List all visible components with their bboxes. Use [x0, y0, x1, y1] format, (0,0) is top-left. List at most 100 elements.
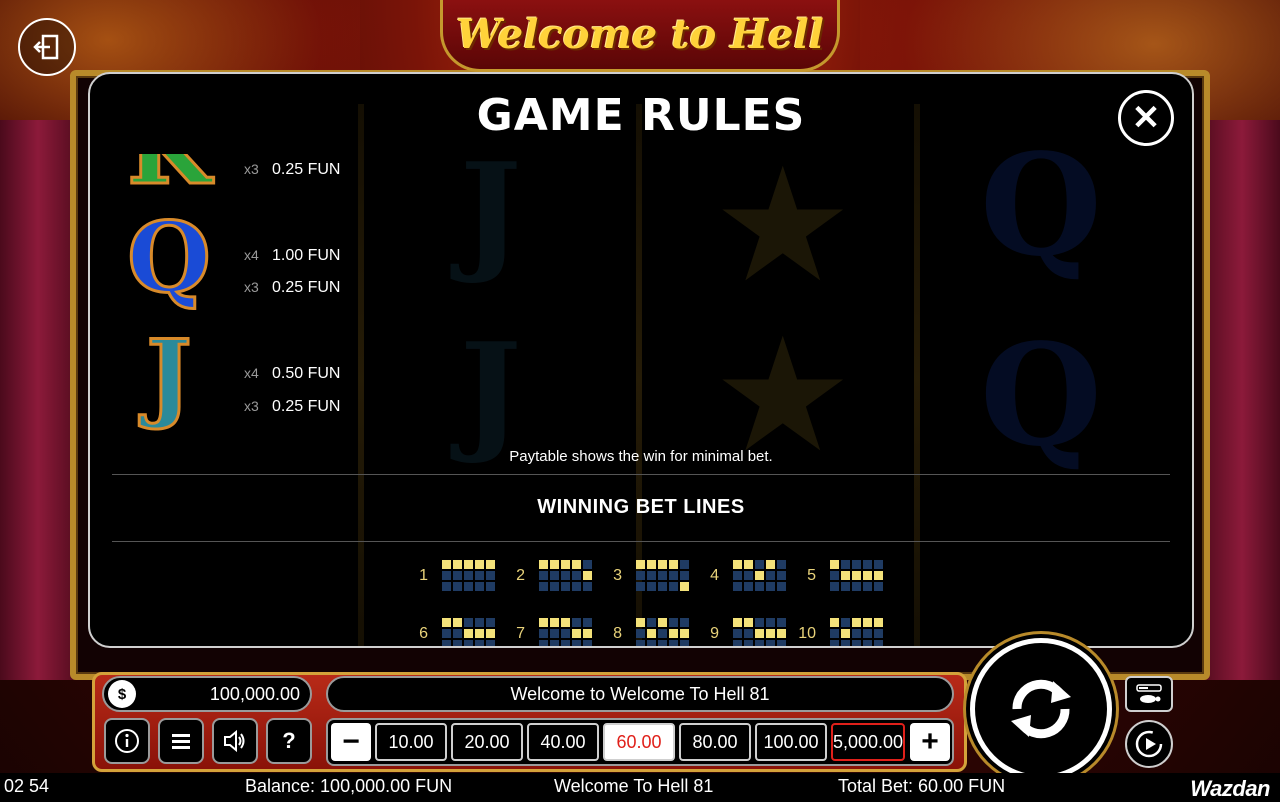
bet-line-cell — [680, 571, 689, 580]
rules-content[interactable]: K x30.25 FUN Q x41.00 FUN x30.25 FUN J x… — [90, 154, 1192, 646]
bet-option[interactable]: 10.00 — [375, 723, 447, 761]
exit-button[interactable] — [18, 18, 76, 76]
bet-line-4: 4 — [691, 560, 786, 591]
bet-line-cell — [486, 640, 495, 646]
bet-line-cell — [733, 629, 742, 638]
bet-line-cell — [830, 560, 839, 569]
bet-line-cell — [475, 582, 484, 591]
bet-line-cell — [442, 640, 451, 646]
bet-selector: − 10.00 20.00 40.00 60.00 80.00 100.00 5… — [326, 718, 954, 766]
bet-line-cell — [647, 618, 656, 627]
bet-option[interactable]: 80.00 — [679, 723, 751, 761]
bet-line-number: 10 — [798, 624, 816, 642]
bet-line-cell — [830, 618, 839, 627]
bet-line-cell — [539, 618, 548, 627]
bet-line-pattern — [442, 618, 495, 646]
bet-line-pattern — [636, 618, 689, 646]
bet-line-cell — [647, 640, 656, 646]
close-button[interactable]: ✕ — [1118, 90, 1174, 146]
bet-line-cell — [442, 560, 451, 569]
logo-text: Welcome to Hell — [456, 11, 824, 58]
bet-line-cell — [766, 582, 775, 591]
bet-line-cell — [453, 560, 462, 569]
help-button[interactable]: ? — [266, 718, 312, 764]
spin-icon — [1011, 679, 1071, 739]
bet-line-cell — [830, 629, 839, 638]
bet-option[interactable]: 40.00 — [527, 723, 599, 761]
bet-line-9: 9 — [691, 618, 786, 646]
bet-line-cell — [572, 582, 581, 591]
autoplay-button[interactable] — [1125, 720, 1173, 768]
bet-line-cell — [572, 571, 581, 580]
bet-line-cell — [550, 640, 559, 646]
turbo-button[interactable] — [1125, 676, 1173, 712]
bet-line-cell — [442, 629, 451, 638]
bet-line-cell — [475, 629, 484, 638]
bet-line-cell — [744, 640, 753, 646]
paytable-note: Paytable shows the win for minimal bet. — [509, 448, 773, 465]
bet-line-cell — [777, 618, 786, 627]
bet-line-cell — [863, 640, 872, 646]
menu-icon — [172, 734, 190, 749]
bet-line-cell — [475, 618, 484, 627]
bet-line-number: 3 — [613, 566, 622, 584]
brand-logo: Wazdan — [1190, 776, 1270, 801]
spin-button[interactable] — [970, 638, 1112, 780]
bet-line-cell — [841, 582, 850, 591]
bet-line-cell — [583, 560, 592, 569]
modal-title: GAME RULES — [476, 90, 806, 141]
bet-line-7: 7 — [497, 618, 592, 646]
bet-option[interactable]: 20.00 — [451, 723, 523, 761]
bet-line-number: 4 — [710, 566, 719, 584]
bet-line-cell — [733, 582, 742, 591]
bet-line-cell — [863, 582, 872, 591]
bet-line-pattern — [442, 560, 495, 591]
bet-line-cell — [647, 629, 656, 638]
bet-increase-button[interactable]: + — [910, 723, 950, 761]
game-logo: Welcome to Hell — [440, 0, 840, 72]
bet-line-cell — [453, 571, 462, 580]
status-bar: 02 54 Balance: 100,000.00 FUN Welcome To… — [0, 773, 1280, 801]
bet-line-cell — [486, 582, 495, 591]
sound-button[interactable] — [212, 718, 258, 764]
bet-line-cell — [744, 571, 753, 580]
bet-line-cell — [561, 618, 570, 627]
bet-option-max[interactable]: 5,000.00 — [831, 723, 905, 761]
bet-line-cell — [874, 618, 883, 627]
clock: 02 54 — [4, 776, 50, 796]
bet-decrease-button[interactable]: − — [331, 723, 371, 761]
bet-line-pattern — [539, 560, 592, 591]
info-icon — [115, 729, 139, 753]
bet-line-cell — [669, 640, 678, 646]
bet-line-cell — [658, 571, 667, 580]
info-button[interactable] — [104, 718, 150, 764]
bet-line-cell — [852, 582, 861, 591]
bet-line-cell — [852, 640, 861, 646]
bet-line-cell — [442, 571, 451, 580]
bet-line-cell — [561, 560, 570, 569]
bet-line-cell — [874, 571, 883, 580]
bet-line-cell — [453, 618, 462, 627]
bet-line-cell — [841, 560, 850, 569]
bet-line-number: 5 — [807, 566, 816, 584]
bet-option-selected[interactable]: 60.00 — [603, 723, 675, 761]
bet-line-pattern — [636, 560, 689, 591]
bet-line-cell — [658, 640, 667, 646]
bet-line-cell — [572, 640, 581, 646]
bet-line-cell — [744, 582, 753, 591]
bet-line-cell — [863, 629, 872, 638]
bet-line-cell — [766, 640, 775, 646]
paytable-row: x3 0.25 FUN — [244, 398, 341, 415]
bet-line-cell — [539, 640, 548, 646]
bet-line-cell — [561, 629, 570, 638]
menu-button[interactable] — [158, 718, 204, 764]
bet-line-pattern — [733, 560, 786, 591]
symbol-k: K — [124, 154, 214, 199]
bet-line-cell — [669, 618, 678, 627]
bet-line-cell — [777, 582, 786, 591]
bet-line-cell — [550, 629, 559, 638]
bet-line-6: 6 — [400, 618, 495, 646]
bet-option[interactable]: 100.00 — [755, 723, 827, 761]
bet-line-cell — [744, 560, 753, 569]
bet-line-cell — [755, 582, 764, 591]
